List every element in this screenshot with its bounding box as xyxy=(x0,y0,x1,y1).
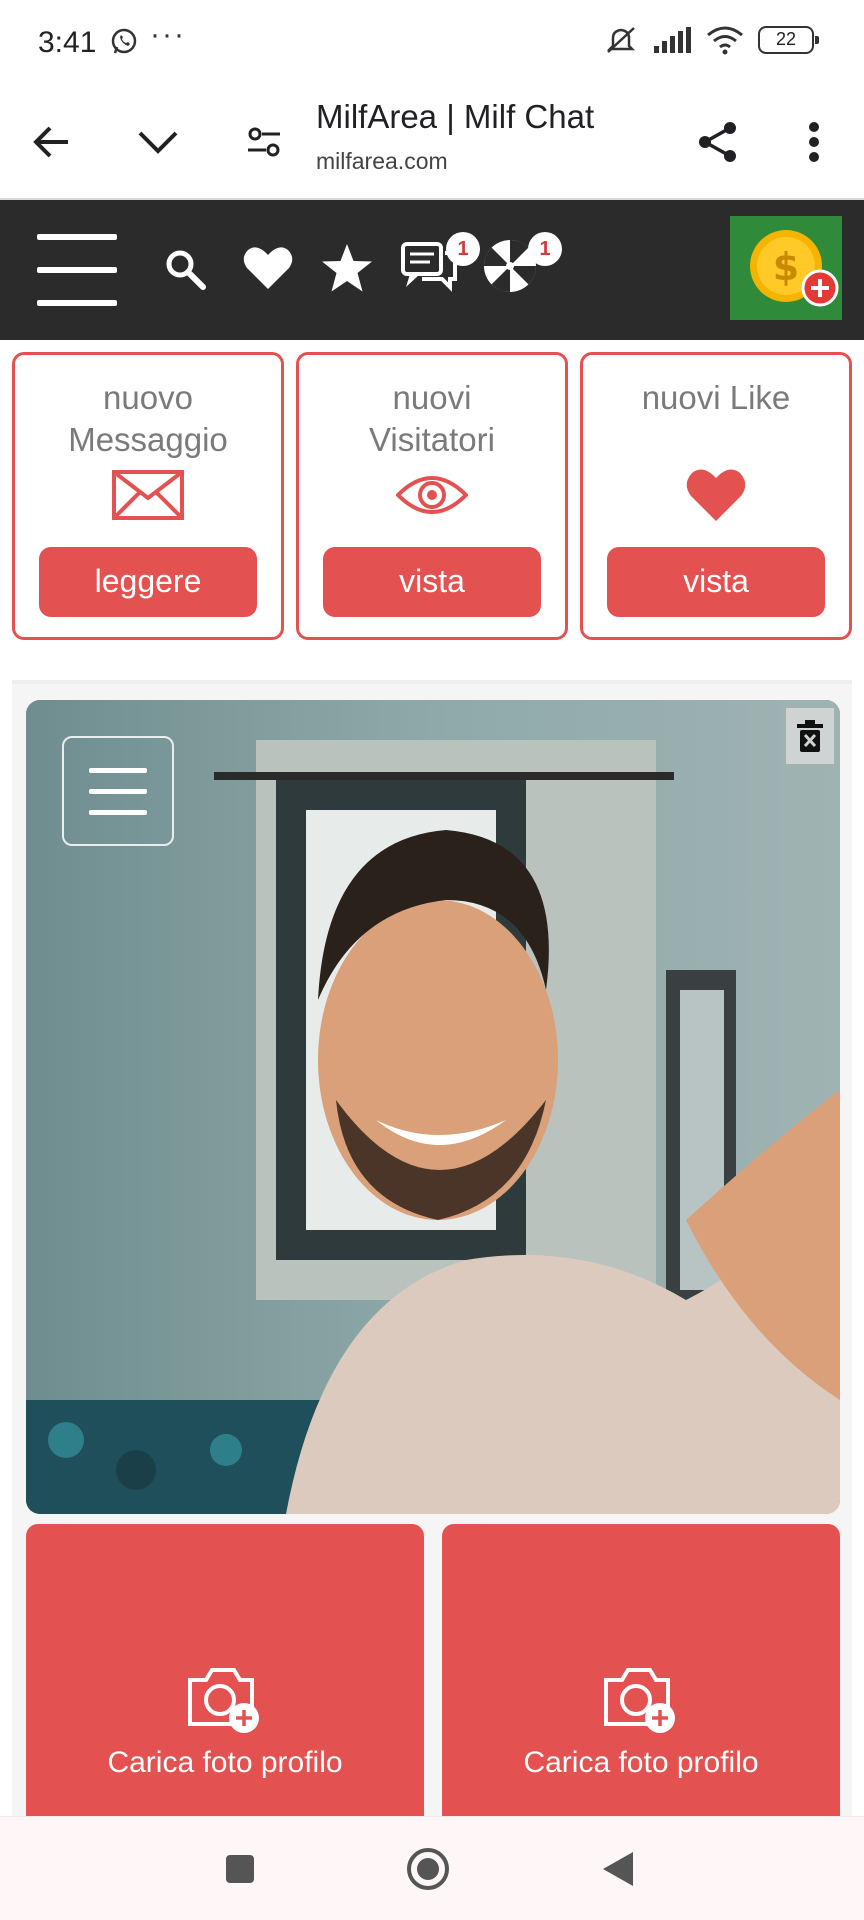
coin-icon: $ xyxy=(750,230,839,307)
card-title: nuovo Messaggio xyxy=(68,379,228,458)
status-right-icons: 22 xyxy=(604,24,819,56)
mute-icon xyxy=(606,27,636,53)
back-arrow-icon[interactable] xyxy=(22,112,82,172)
heart-icon[interactable] xyxy=(240,242,296,294)
search-icon[interactable] xyxy=(160,244,210,294)
chat-count-badge: 1 xyxy=(446,232,480,266)
browser-toolbar: MilfArea | Milf Chat milfarea.com xyxy=(0,86,864,200)
hamburger-icon[interactable] xyxy=(36,234,118,306)
wifi-icon xyxy=(707,26,743,55)
upload-profile-photo-tile[interactable]: Carica foto profilo xyxy=(26,1524,424,1820)
page-title[interactable]: MilfArea | Milf Chat xyxy=(316,98,594,136)
page-url[interactable]: milfarea.com xyxy=(316,148,448,175)
back-triangle-icon[interactable] xyxy=(594,1845,642,1893)
share-icon[interactable] xyxy=(688,112,748,172)
svg-text:$: $ xyxy=(773,245,799,289)
upload-label: Carica foto profilo xyxy=(523,1746,759,1779)
upload-label: Carica foto profilo xyxy=(107,1746,343,1779)
tune-icon[interactable] xyxy=(234,112,294,172)
new-likes-card: nuovi Like vista xyxy=(580,352,852,640)
card-title: nuovi Visitatori xyxy=(369,379,495,458)
view-visitors-button[interactable]: vista xyxy=(323,547,541,617)
camera-plus-icon xyxy=(188,1668,259,1733)
delete-photo-button[interactable] xyxy=(786,708,834,764)
chevron-down-icon[interactable] xyxy=(128,112,188,172)
roulette-count-badge: 1 xyxy=(528,232,562,266)
read-messages-button[interactable]: leggere xyxy=(39,547,257,617)
system-navigation-bar xyxy=(0,1816,864,1920)
status-overflow-dots: ··· xyxy=(150,18,186,51)
status-bar: 3:41 ··· 22 xyxy=(0,0,864,86)
recent-apps-icon[interactable] xyxy=(216,1845,264,1893)
camera-plus-icon xyxy=(604,1668,675,1733)
envelope-icon xyxy=(15,467,281,523)
more-vert-icon[interactable] xyxy=(784,112,844,172)
eye-icon xyxy=(299,467,565,523)
photo-menu-button[interactable] xyxy=(62,736,174,846)
signal-icon xyxy=(654,27,691,53)
battery-icon: 22 xyxy=(758,26,819,54)
status-time: 3:41 xyxy=(38,26,97,59)
star-icon[interactable] xyxy=(320,242,374,294)
notification-cards: nuovo Messaggio leggere nuovi Visitatori… xyxy=(12,352,852,682)
new-visitors-card: nuovi Visitatori vista xyxy=(296,352,568,640)
home-icon[interactable] xyxy=(404,1845,452,1893)
upload-profile-photo-tile[interactable]: Carica foto profilo xyxy=(442,1524,840,1820)
trash-icon xyxy=(797,720,823,752)
heart-icon xyxy=(583,467,849,523)
new-message-card: nuovo Messaggio leggere xyxy=(12,352,284,640)
view-likes-button[interactable]: vista xyxy=(607,547,825,617)
whatsapp-icon xyxy=(111,28,137,54)
card-title: nuovi Like xyxy=(641,379,791,416)
buy-credits-button[interactable]: $ xyxy=(730,216,842,320)
